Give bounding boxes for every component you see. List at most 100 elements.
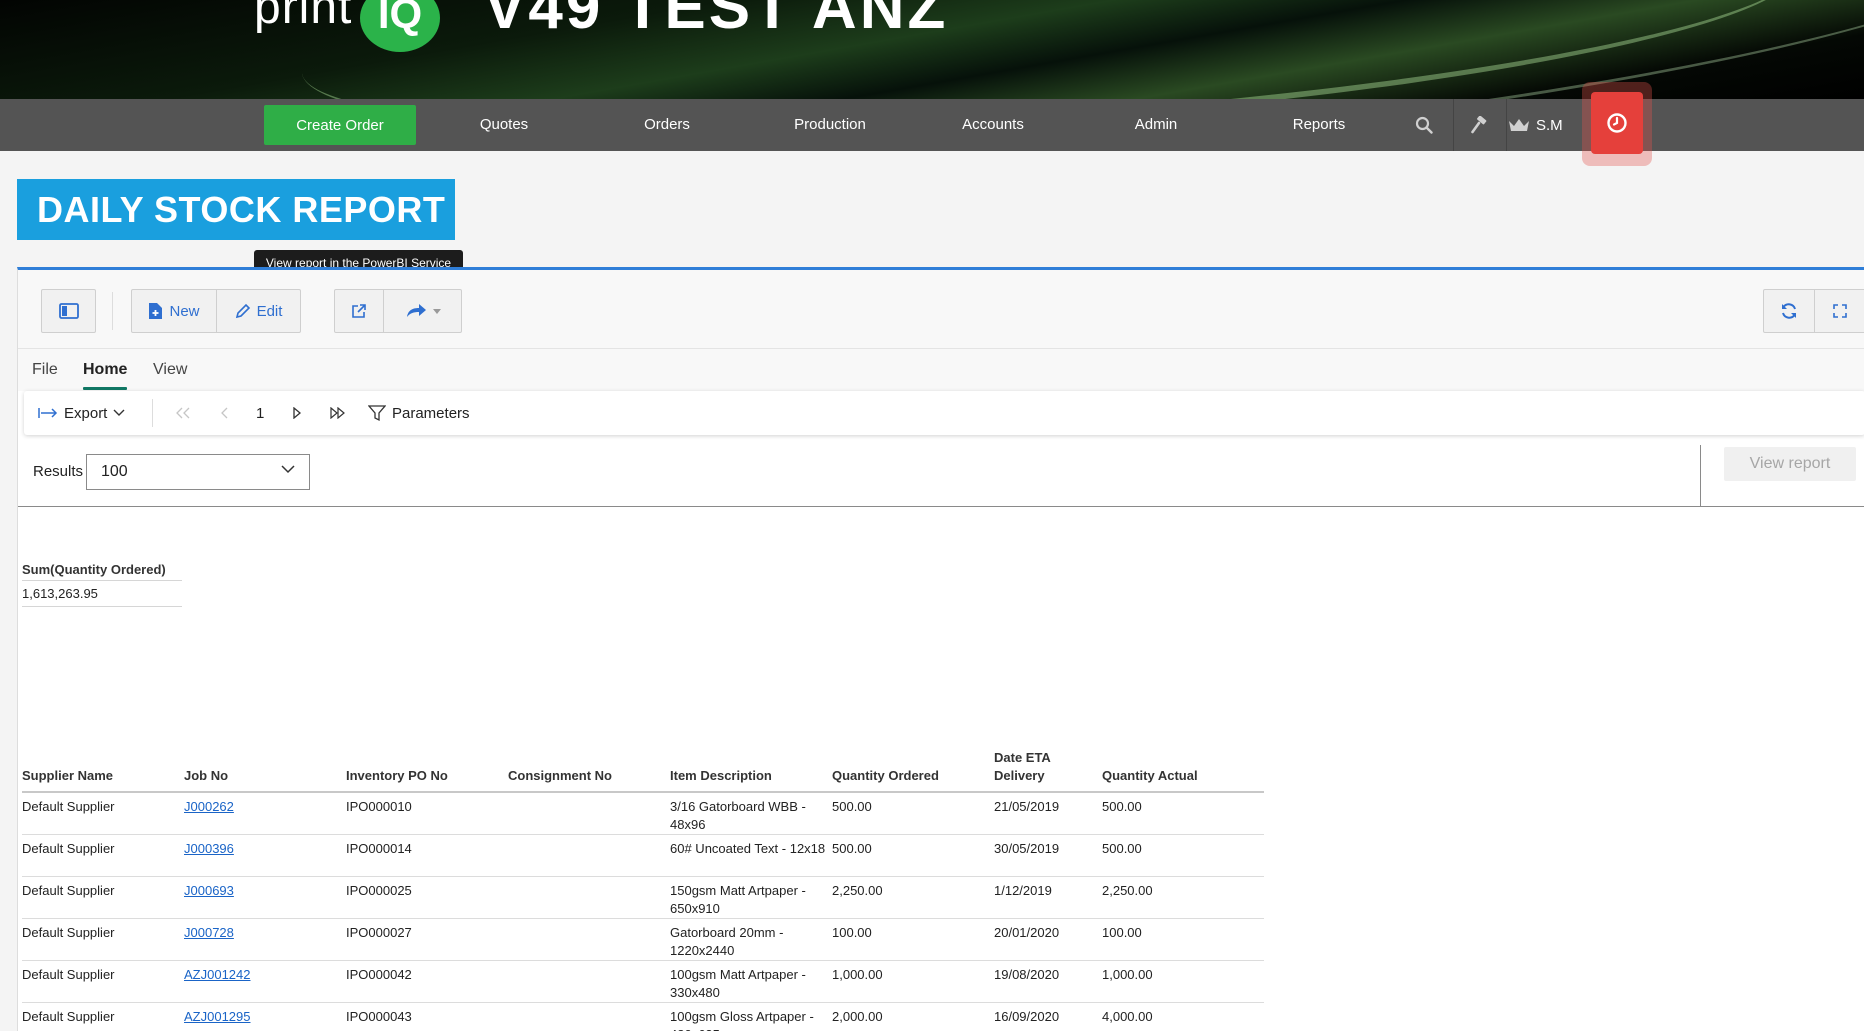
view-report-button[interactable]: View report xyxy=(1724,447,1856,481)
job-link[interactable]: J000396 xyxy=(184,834,346,877)
new-button[interactable]: New xyxy=(132,290,216,332)
consignment-cell xyxy=(508,960,670,1003)
eta-cell: 19/08/2020 xyxy=(994,960,1102,1003)
description-cell: 3/16 Gatorboard WBB - 48x96 xyxy=(670,792,832,835)
supplier-cell: Default Supplier xyxy=(22,960,184,1003)
column-header[interactable]: Job No xyxy=(184,749,346,793)
parameters-button[interactable]: Parameters xyxy=(368,391,470,435)
page-number[interactable]: 1 xyxy=(256,391,264,435)
job-link[interactable]: J000728 xyxy=(184,918,346,961)
column-header[interactable]: Consignment No xyxy=(508,749,670,793)
po-cell: IPO000042 xyxy=(346,960,508,1003)
po-cell: IPO000043 xyxy=(346,1002,508,1031)
last-page-button[interactable] xyxy=(329,391,347,435)
nav-item-production[interactable]: Production xyxy=(775,99,885,151)
qty-actual-cell: 500.00 xyxy=(1102,792,1264,835)
job-link[interactable]: J000693 xyxy=(184,876,346,919)
column-header[interactable]: Date ETA Delivery xyxy=(994,749,1102,793)
qty-ordered-cell: 1,000.00 xyxy=(832,960,994,1003)
pencil-icon xyxy=(235,303,250,319)
chevron-down-icon xyxy=(113,409,125,416)
hammer-icon[interactable] xyxy=(1453,99,1505,151)
results-select[interactable]: 100 xyxy=(86,454,310,490)
qty-actual-cell: 4,000.00 xyxy=(1102,1002,1264,1031)
filter-icon xyxy=(368,405,386,422)
column-header[interactable]: Quantity Actual xyxy=(1102,749,1264,793)
summary-header: Sum(Quantity Ordered) xyxy=(22,562,182,581)
edit-button[interactable]: Edit xyxy=(216,290,300,332)
nav-item-orders[interactable]: Orders xyxy=(612,99,722,151)
column-header[interactable]: Inventory PO No xyxy=(346,749,508,793)
table-row: Default Supplier J000728 IPO000027 Gator… xyxy=(22,918,1264,961)
previous-page-button[interactable] xyxy=(220,391,230,435)
column-header[interactable]: Supplier Name xyxy=(22,749,184,793)
supplier-cell: Default Supplier xyxy=(22,1002,184,1031)
edit-button-label: Edit xyxy=(256,302,283,320)
site-title: V49 TEST ANZ xyxy=(484,0,949,42)
po-cell: IPO000025 xyxy=(346,876,508,919)
fullscreen-button[interactable] xyxy=(1814,290,1864,332)
report-toolbar: New Edit xyxy=(18,270,1864,349)
column-header[interactable]: Quantity Ordered xyxy=(832,749,994,793)
export-button[interactable]: Export xyxy=(38,391,125,435)
tab-view[interactable]: View xyxy=(153,349,187,391)
create-order-button[interactable]: Create Order xyxy=(264,105,416,145)
share-group xyxy=(334,289,462,333)
table-row: Default Supplier J000396 IPO000014 60# U… xyxy=(22,834,1264,877)
supplier-cell: Default Supplier xyxy=(22,876,184,919)
export-arrow-icon xyxy=(38,408,58,418)
column-header[interactable]: Item Description xyxy=(670,749,832,793)
open-external-button[interactable] xyxy=(335,290,383,332)
next-page-button[interactable] xyxy=(292,391,302,435)
stock-table: Supplier Name Job No Inventory PO No Con… xyxy=(22,749,1264,1031)
supplier-cell: Default Supplier xyxy=(22,918,184,961)
share-button[interactable] xyxy=(383,290,461,332)
new-edit-group: New Edit xyxy=(131,289,301,333)
new-document-icon xyxy=(149,303,163,319)
job-link[interactable]: AZJ001242 xyxy=(184,960,346,1003)
po-cell: IPO000014 xyxy=(346,834,508,877)
qty-ordered-cell: 2,250.00 xyxy=(832,876,994,919)
first-page-button[interactable] xyxy=(175,391,191,435)
qty-ordered-cell: 500.00 xyxy=(832,792,994,835)
eta-cell: 1/12/2019 xyxy=(994,876,1102,919)
report-viewer: New Edit File Home View Export 1 Paramet… xyxy=(17,267,1864,1031)
view-controls-group xyxy=(1763,289,1864,333)
nav-item-accounts[interactable]: Accounts xyxy=(938,99,1048,151)
crown-icon xyxy=(1509,119,1529,131)
toggle-panel-button[interactable] xyxy=(42,290,95,332)
search-icon[interactable] xyxy=(1398,99,1450,151)
fullscreen-icon xyxy=(1833,304,1847,318)
consignment-cell xyxy=(508,1002,670,1031)
params-separator xyxy=(1700,445,1701,507)
tab-home[interactable]: Home xyxy=(83,349,128,391)
table-header-row: Supplier Name Job No Inventory PO No Con… xyxy=(22,749,1264,793)
last-page-icon xyxy=(330,407,345,419)
qty-actual-cell: 1,000.00 xyxy=(1102,960,1264,1003)
description-cell: 60# Uncoated Text - 12x18 xyxy=(670,834,832,877)
po-cell: IPO000010 xyxy=(346,792,508,835)
consignment-cell xyxy=(508,918,670,961)
next-page-icon xyxy=(293,407,302,419)
timer-button-inner[interactable] xyxy=(1591,92,1643,154)
chevron-down-icon xyxy=(281,465,295,474)
eta-cell: 30/05/2019 xyxy=(994,834,1102,877)
user-menu[interactable]: S.M xyxy=(1508,99,1586,151)
timer-button[interactable] xyxy=(1582,82,1652,166)
consignment-cell xyxy=(508,876,670,919)
menu-tabs: File Home View xyxy=(18,349,1864,391)
qty-actual-cell: 100.00 xyxy=(1102,918,1264,961)
caret-down-icon xyxy=(432,308,441,314)
nav-item-admin[interactable]: Admin xyxy=(1101,99,1211,151)
eta-cell: 16/09/2020 xyxy=(994,1002,1102,1031)
tab-file[interactable]: File xyxy=(32,349,58,391)
job-link[interactable]: J000262 xyxy=(184,792,346,835)
table-row: Default Supplier AZJ001242 IPO000042 100… xyxy=(22,960,1264,1003)
nav-item-quotes[interactable]: Quotes xyxy=(449,99,559,151)
nav-item-reports[interactable]: Reports xyxy=(1264,99,1374,151)
new-button-label: New xyxy=(169,302,200,320)
previous-page-icon xyxy=(221,407,228,419)
refresh-button[interactable] xyxy=(1764,290,1814,332)
page-title: DAILY STOCK REPORT xyxy=(17,179,455,240)
job-link[interactable]: AZJ001295 xyxy=(184,1002,346,1031)
